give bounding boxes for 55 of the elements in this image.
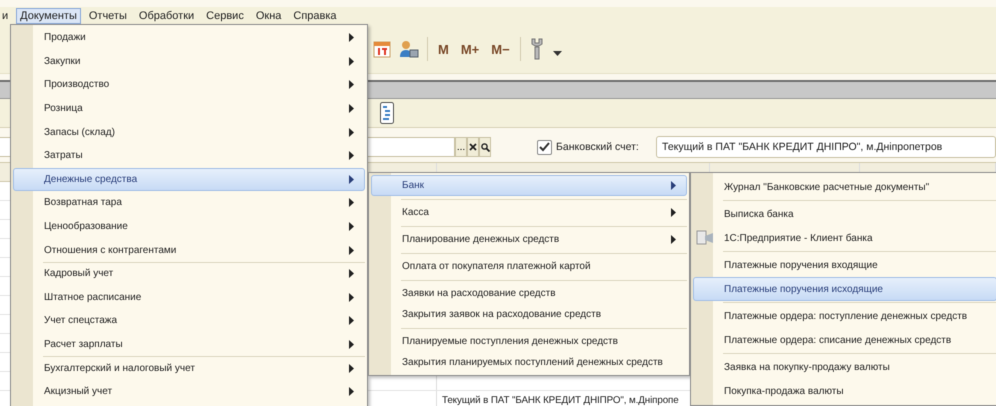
menu-item[interactable]: Расчет зарплаты	[13, 332, 365, 356]
menu-item[interactable]: Планируемые поступления денежных средств	[371, 331, 687, 352]
memory-button[interactable]: M	[436, 42, 451, 56]
menu-item[interactable]: Кадровый учет	[13, 262, 365, 286]
menu-item[interactable]: Бухгалтерский и налоговый учет	[13, 356, 365, 380]
menu-bar-item[interactable]: Окна	[252, 8, 286, 24]
list-icon[interactable]	[380, 102, 394, 124]
menu-bar-item[interactable]: Отчеты	[84, 8, 131, 24]
bank-account-field[interactable]: Текущий в ПАТ "БАНК КРЕДИТ ДНІПРО", м.Дніпропетров	[656, 136, 996, 158]
menu-item[interactable]: Платежные поручения исходящие	[693, 277, 996, 301]
menu-item[interactable]: Учет спецстажа	[13, 309, 365, 333]
memory-button[interactable]: M+	[458, 42, 482, 56]
menu-item[interactable]: Журнал "Банковские расчетные документы"	[693, 175, 996, 199]
menu-item[interactable]: Закупки	[13, 50, 365, 74]
menu-bar-item[interactable]: Сервис	[202, 8, 248, 24]
menu-item[interactable]: Розница	[13, 96, 365, 120]
menu-item[interactable]: Штатное расписание	[13, 286, 365, 310]
menu-item[interactable]: Продажи	[13, 26, 365, 50]
checkbox-label: Банковский счет:	[556, 141, 640, 153]
menu-item[interactable]: Денежные средства	[13, 168, 365, 192]
menu-item[interactable]: Запасы (склад)	[13, 120, 365, 144]
calendar-icon[interactable]	[373, 40, 391, 58]
menu-item[interactable]: Закрытия заявок на расходование средств	[371, 304, 687, 325]
menu-item[interactable]: Заявка на покупку-продажу валюты	[693, 355, 996, 379]
menu-item[interactable]: Затраты	[13, 144, 365, 168]
menu-item[interactable]: Планирование денежных средств	[371, 229, 687, 250]
menu-item[interactable]: Выписка банка	[693, 202, 996, 226]
menu-item[interactable]: Касса	[371, 202, 687, 223]
menu-item[interactable]: Отношения с контрагентами	[13, 238, 365, 262]
user-lock-icon[interactable]	[399, 40, 419, 58]
search-icon	[480, 142, 490, 152]
wrench-icon[interactable]	[528, 38, 545, 60]
menu-bar-item[interactable]: Документы	[16, 8, 81, 24]
close-icon	[469, 143, 477, 151]
menu-item[interactable]: 1С:Предприятие - Клиент банка	[693, 226, 996, 250]
clear-button[interactable]	[467, 137, 479, 157]
memory-button[interactable]: M−	[489, 42, 512, 56]
menu-item[interactable]: Заявки на расходование средств	[371, 283, 687, 304]
select-button[interactable]: ...	[455, 137, 467, 157]
menu-item[interactable]: Производство	[13, 73, 365, 97]
menu-item[interactable]: Платежные ордера: списание денежных средств	[693, 328, 996, 352]
menu-item[interactable]: Платежные ордера: поступление денежных средств	[693, 304, 996, 328]
menu-item[interactable]: Платежные поручения входящие	[693, 253, 996, 277]
caret-icon[interactable]	[552, 51, 562, 57]
menu-item[interactable]: Закрытия планируемых поступлений денежных средств	[371, 352, 687, 373]
menu-bar-item[interactable]: и	[0, 8, 12, 24]
menu-item[interactable]: Возвратная тара	[13, 191, 365, 215]
menu-item[interactable]: Оплата от покупателя платежной картой	[371, 256, 687, 277]
menu-item[interactable]: Ценообразование	[13, 214, 365, 238]
menu-item[interactable]: Акцизный учет	[13, 380, 365, 404]
menu-bar-item[interactable]: Справка	[289, 8, 341, 24]
menu-bar-item[interactable]: Обработки	[134, 8, 198, 24]
checkbox[interactable]	[537, 140, 552, 154]
search-button[interactable]	[479, 137, 491, 157]
menu-item[interactable]: Банк	[371, 175, 687, 196]
